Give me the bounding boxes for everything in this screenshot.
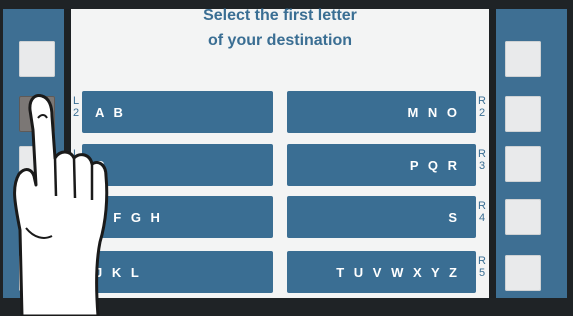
option-r3-label: P Q R [409,157,460,173]
screen-title-line2: of your destination [208,32,352,49]
option-l2[interactable]: A B [82,91,273,133]
option-l3-tag: L3 [72,148,80,172]
option-l2-tag: L2 [72,95,80,119]
frame-edge-right [567,0,573,316]
tag-number: 5 [72,267,80,279]
tag-letter: L [72,200,80,212]
option-l5-tag: L5 [72,255,80,279]
side-key-l4[interactable] [19,199,55,235]
tag-number: 4 [478,212,486,224]
tag-number: 3 [72,160,80,172]
side-key-l2[interactable] [19,96,55,132]
tag-letter: R [478,200,486,212]
option-l4-label: E F G H [95,209,163,225]
frame-edge-bottom [0,298,573,316]
side-key-r2[interactable] [505,96,541,132]
tag-letter: L [72,255,80,267]
side-key-r4[interactable] [505,199,541,235]
screen-bezel-left [64,9,71,298]
tag-number: 3 [478,160,486,172]
option-r3-tag: R3 [478,148,486,172]
option-r4-label: S [448,209,460,225]
option-l3-label: C [95,157,108,173]
atm-screen: Select the first letter of your destinat… [71,7,489,298]
option-r4-tag: R4 [478,200,486,224]
side-key-l5[interactable] [19,255,55,291]
option-l2-label: A B [95,104,126,120]
left-key-column [3,9,65,298]
tag-number: 4 [72,212,80,224]
option-l5[interactable]: J K L [82,251,273,293]
option-r2[interactable]: M N O [287,91,476,133]
option-l5-label: J K L [95,264,142,280]
screen-bezel-right [489,9,496,298]
option-l4-tag: L4 [72,200,80,224]
tag-letter: L [72,148,80,160]
side-key-r3[interactable] [505,146,541,182]
side-key-r5[interactable] [505,255,541,291]
screen-title-line1: Select the first letter [203,7,357,24]
option-r5[interactable]: T U V W X Y Z [287,251,476,293]
side-key-r1[interactable] [505,41,541,77]
option-r2-label: M N O [407,104,460,120]
side-key-l1[interactable] [19,41,55,77]
tag-letter: R [478,255,486,267]
tag-letter: R [478,148,486,160]
tag-letter: L [72,95,80,107]
option-r5-tag: R5 [478,255,486,279]
tag-letter: R [478,95,486,107]
atm-frame: Select the first letter of your destinat… [0,0,573,316]
side-key-l3[interactable] [19,146,55,182]
tag-number: 5 [478,267,486,279]
option-l4[interactable]: E F G H [82,196,273,238]
tag-number: 2 [478,107,486,119]
option-l3[interactable]: C [82,144,273,186]
option-r2-tag: R2 [478,95,486,119]
option-r5-label: T U V W X Y Z [336,264,460,280]
tag-number: 2 [72,107,80,119]
option-r4[interactable]: S [287,196,476,238]
option-r3[interactable]: P Q R [287,144,476,186]
right-key-column [495,9,567,298]
